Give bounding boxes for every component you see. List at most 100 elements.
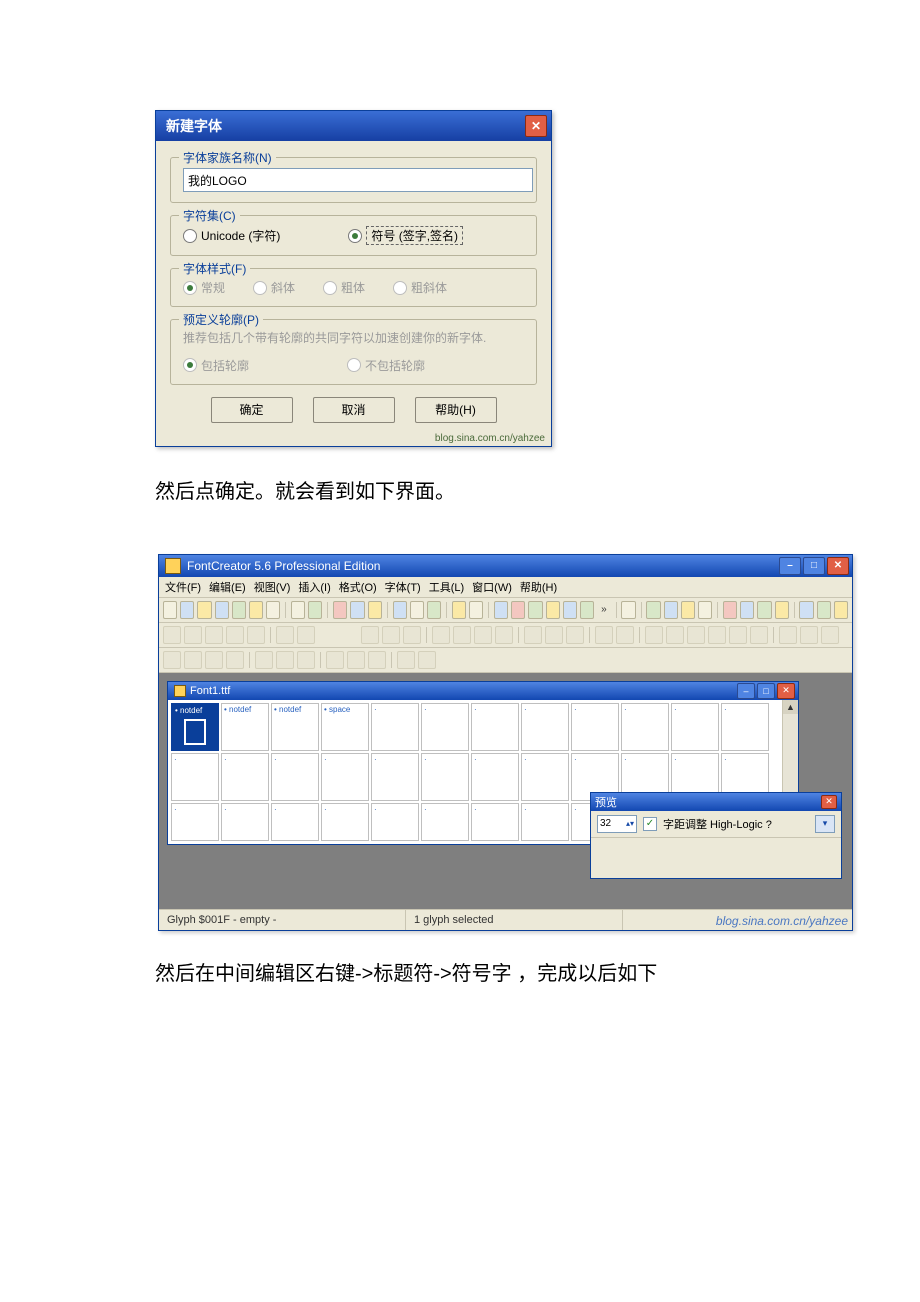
glyph-cell[interactable]: · [221,803,269,841]
tool-icon[interactable] [215,601,229,619]
glyph-cell[interactable]: · [471,803,519,841]
glyph-cell[interactable]: · [521,753,569,801]
preview-panel[interactable]: 预览 ✕ 32 ▴▾ ✓ 字距调整 High-Logic ? ▾ [590,792,842,879]
ok-button[interactable]: 确定 [211,397,293,423]
tool-icon[interactable] [232,601,246,619]
tool-icon[interactable] [740,601,754,619]
app-title: FontCreator 5.6 Professional Edition [187,559,380,573]
glyph-cell[interactable]: • notdef [271,703,319,751]
tool-icon[interactable] [308,601,322,619]
tool-icon[interactable] [621,601,635,619]
glyph-cell[interactable]: · [671,703,719,751]
glyph-cell[interactable]: · [471,753,519,801]
glyph-cell[interactable]: · [521,803,569,841]
glyph-cell[interactable]: · [271,753,319,801]
tool-icon[interactable] [333,601,347,619]
preview-titlebar[interactable]: 预览 ✕ [591,793,841,811]
glyph-cell[interactable]: · [421,753,469,801]
minimize-icon[interactable]: – [737,683,755,699]
tool-icon[interactable] [180,601,194,619]
glyph-cell[interactable]: · [421,703,469,751]
glyph-cell[interactable]: • space [321,703,369,751]
dialog-titlebar[interactable]: 新建字体 ✕ [156,111,551,141]
tool-icon[interactable] [511,601,525,619]
glyph-cell[interactable]: • notdef [221,703,269,751]
menu-file[interactable]: 文件(F) [165,579,201,595]
tool-icon[interactable] [681,601,695,619]
tool-icon[interactable] [698,601,712,619]
tool-icon[interactable] [163,601,177,619]
glyph-cell[interactable]: · [421,803,469,841]
glyph-cell[interactable]: · [271,803,319,841]
tool-icon[interactable] [266,601,280,619]
scroll-up-icon[interactable]: ▲ [783,700,798,714]
family-name-input[interactable] [183,168,533,192]
cancel-button[interactable]: 取消 [313,397,395,423]
kerning-checkbox[interactable]: ✓ [643,817,657,831]
glyph-cell[interactable]: · [171,803,219,841]
tool-icon[interactable] [452,601,466,619]
glyph-cell[interactable]: · [321,803,369,841]
toolbar-overflow-icon[interactable]: » [597,604,611,615]
tool-icon[interactable] [646,601,660,619]
tool-icon[interactable] [723,601,737,619]
tool-icon[interactable] [494,601,508,619]
tool-icon[interactable] [546,601,560,619]
glyph-cell[interactable]: · [721,703,769,751]
glyph-cell[interactable]: · [621,703,669,751]
tool-icon[interactable] [817,601,831,619]
tool-icon[interactable] [563,601,577,619]
menu-insert[interactable]: 插入(I) [298,579,330,595]
glyph-cell[interactable]: · [371,753,419,801]
close-icon[interactable]: ✕ [827,557,849,575]
glyph-cell[interactable]: · [171,753,219,801]
tool-icon[interactable] [410,601,424,619]
tool-icon[interactable] [469,601,483,619]
close-icon[interactable]: ✕ [525,115,547,137]
tool-icon[interactable] [249,601,263,619]
glyph-cell[interactable]: • notdef [171,703,219,751]
preview-size-spinner[interactable]: 32 ▴▾ [597,815,637,833]
close-icon[interactable]: ✕ [821,795,837,809]
tool-icon [205,626,223,644]
tool-icon[interactable] [528,601,542,619]
glyph-cell[interactable]: · [321,753,369,801]
glyph-cell[interactable]: · [221,753,269,801]
glyph-cell[interactable]: · [521,703,569,751]
radio-symbol[interactable]: 符号 (签字,签名) [348,226,463,245]
tool-icon[interactable] [799,601,813,619]
glyph-cell[interactable]: · [471,703,519,751]
tool-icon[interactable] [834,601,848,619]
menu-format[interactable]: 格式(O) [339,579,377,595]
tool-icon[interactable] [197,601,211,619]
spinner-arrows-icon[interactable]: ▴▾ [626,819,634,828]
glyph-cell[interactable]: · [371,803,419,841]
tool-icon[interactable] [775,601,789,619]
tool-icon[interactable] [350,601,364,619]
dropdown-icon[interactable]: ▾ [815,815,835,833]
tool-icon[interactable] [757,601,771,619]
menu-font[interactable]: 字体(T) [385,579,421,595]
menu-tools[interactable]: 工具(L) [429,579,464,595]
tool-icon[interactable] [393,601,407,619]
app-titlebar[interactable]: FontCreator 5.6 Professional Edition – □… [159,555,852,577]
menu-window[interactable]: 窗口(W) [472,579,512,595]
help-button[interactable]: 帮助(H) [415,397,497,423]
tool-icon[interactable] [664,601,678,619]
tool-icon[interactable] [580,601,594,619]
close-icon[interactable]: ✕ [777,683,795,699]
radio-label: 包括轮廓 [201,357,249,374]
tool-icon[interactable] [368,601,382,619]
maximize-icon[interactable]: □ [757,683,775,699]
child-titlebar[interactable]: Font1.ttf – □ ✕ [168,682,798,700]
minimize-icon[interactable]: – [779,557,801,575]
menu-edit[interactable]: 编辑(E) [209,579,246,595]
glyph-cell[interactable]: · [571,703,619,751]
tool-icon[interactable] [291,601,305,619]
glyph-cell[interactable]: · [371,703,419,751]
menu-view[interactable]: 视图(V) [254,579,291,595]
menu-help[interactable]: 帮助(H) [520,579,557,595]
radio-unicode[interactable]: Unicode (字符) [183,226,280,245]
tool-icon[interactable] [427,601,441,619]
maximize-icon[interactable]: □ [803,557,825,575]
